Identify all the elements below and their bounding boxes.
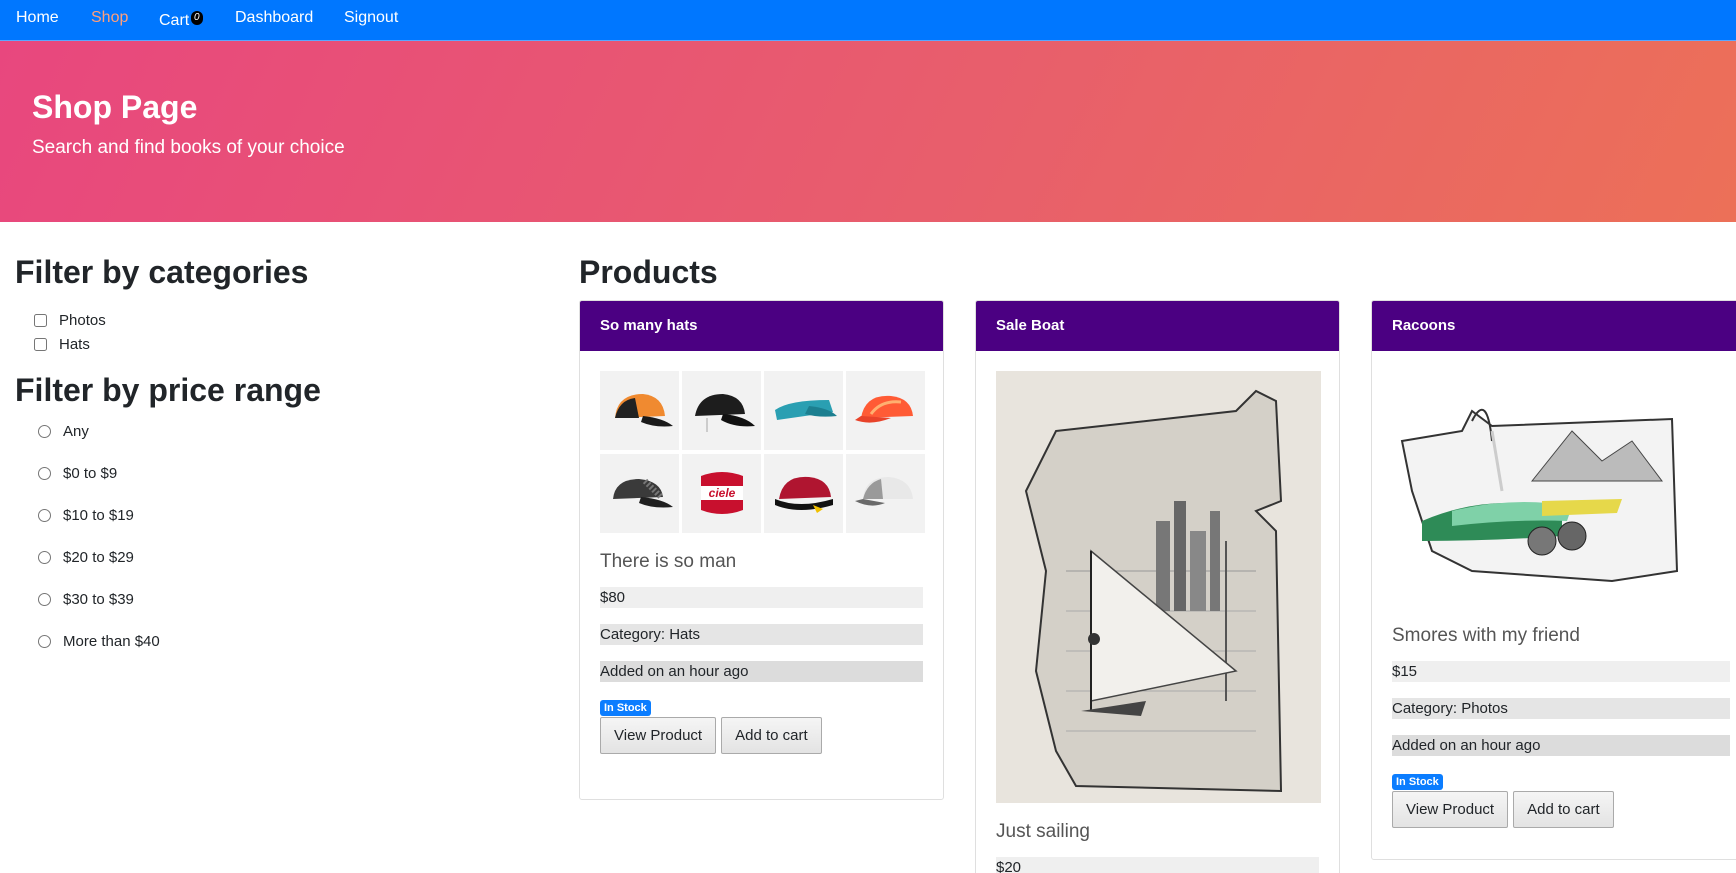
- category-label: Hats: [59, 335, 90, 353]
- price-option-20-29[interactable]: $20 to $29: [38, 546, 134, 568]
- category-checkbox-photos[interactable]: [34, 313, 47, 327]
- product-card-hats: So many hats ciele There is so man $80 C…: [579, 300, 944, 800]
- hat-image: [600, 371, 679, 450]
- page-title: Shop Page: [32, 89, 198, 125]
- price-radio-40-plus[interactable]: [38, 634, 51, 648]
- view-product-button[interactable]: View Product: [600, 717, 717, 754]
- price-option-any[interactable]: Any: [38, 420, 89, 442]
- hat-image: [682, 371, 761, 450]
- product-price: $80: [600, 587, 923, 608]
- in-stock-badge: In Stock: [1392, 774, 1443, 790]
- price-radio-0-9[interactable]: [38, 466, 51, 480]
- product-image-sailboat: [996, 371, 1321, 803]
- hat-image: [764, 454, 843, 533]
- product-price: $20: [996, 857, 1319, 873]
- product-card-sale-boat: Sale Boat Just sailing $20: [975, 300, 1340, 873]
- product-description: Just sailing: [996, 821, 1090, 842]
- hat-image: [600, 454, 679, 533]
- price-option-0-9[interactable]: $0 to $9: [38, 462, 117, 484]
- price-filter-title: Filter by price range: [15, 372, 321, 408]
- price-option-40-plus[interactable]: More than $40: [38, 630, 160, 652]
- add-to-cart-button[interactable]: Add to cart: [1513, 791, 1614, 828]
- product-image-racoons: [1392, 371, 1717, 607]
- price-option-10-19[interactable]: $10 to $19: [38, 504, 134, 526]
- price-label: More than $40: [63, 632, 160, 650]
- price-label: $20 to $29: [63, 548, 134, 566]
- hat-image: [764, 371, 843, 450]
- category-label: Photos: [59, 311, 106, 329]
- cart-count-badge: 0: [191, 11, 203, 25]
- nav-home[interactable]: Home: [16, 9, 59, 27]
- price-radio-10-19[interactable]: [38, 508, 51, 522]
- add-to-cart-button[interactable]: Add to cart: [721, 717, 822, 754]
- product-name: So many hats: [580, 301, 943, 351]
- products-title: Products: [579, 254, 718, 290]
- hat-image: ciele: [682, 454, 761, 533]
- product-name: Sale Boat: [976, 301, 1339, 351]
- product-added-date: Added on an hour ago: [1392, 735, 1730, 756]
- svg-text:ciele: ciele: [708, 486, 735, 500]
- nav-dashboard[interactable]: Dashboard: [235, 9, 313, 27]
- view-product-button[interactable]: View Product: [1392, 791, 1509, 828]
- nav-cart[interactable]: Cart 0: [159, 11, 203, 30]
- price-radio-any[interactable]: [38, 424, 51, 438]
- price-option-30-39[interactable]: $30 to $39: [38, 588, 134, 610]
- price-label: $30 to $39: [63, 590, 134, 608]
- category-option-hats[interactable]: Hats: [34, 334, 90, 354]
- category-checkbox-hats[interactable]: [34, 337, 47, 351]
- nav-cart-label: Cart: [159, 12, 190, 29]
- product-description: Smores with my friend: [1392, 625, 1580, 646]
- price-radio-30-39[interactable]: [38, 592, 51, 606]
- product-category: Category: Hats: [600, 624, 923, 645]
- price-label: $0 to $9: [63, 464, 118, 482]
- price-label: Any: [63, 422, 89, 440]
- page-subtitle: Search and find books of your choice: [32, 137, 345, 158]
- product-description: There is so man: [600, 551, 737, 572]
- hat-image: [846, 454, 925, 533]
- product-card-racoons: Racoons Smores with my friend $15 Catego…: [1371, 300, 1736, 860]
- nav-shop[interactable]: Shop: [91, 9, 128, 27]
- product-added-date: Added on an hour ago: [600, 661, 923, 682]
- top-navbar: Home Shop Cart 0 Dashboard Signout: [0, 0, 1736, 41]
- in-stock-badge: In Stock: [600, 700, 651, 716]
- category-option-photos[interactable]: Photos: [34, 310, 106, 330]
- product-image-hats: ciele: [600, 371, 925, 533]
- product-name: Racoons: [1372, 301, 1736, 351]
- product-category: Category: Photos: [1392, 698, 1730, 719]
- categories-filter-title: Filter by categories: [15, 254, 309, 290]
- nav-signout[interactable]: Signout: [344, 9, 398, 27]
- price-label: $10 to $19: [63, 506, 134, 524]
- hero-banner: Shop Page Search and find books of your …: [0, 41, 1736, 222]
- price-radio-20-29[interactable]: [38, 550, 51, 564]
- product-price: $15: [1392, 661, 1730, 682]
- hat-image: [846, 371, 925, 450]
